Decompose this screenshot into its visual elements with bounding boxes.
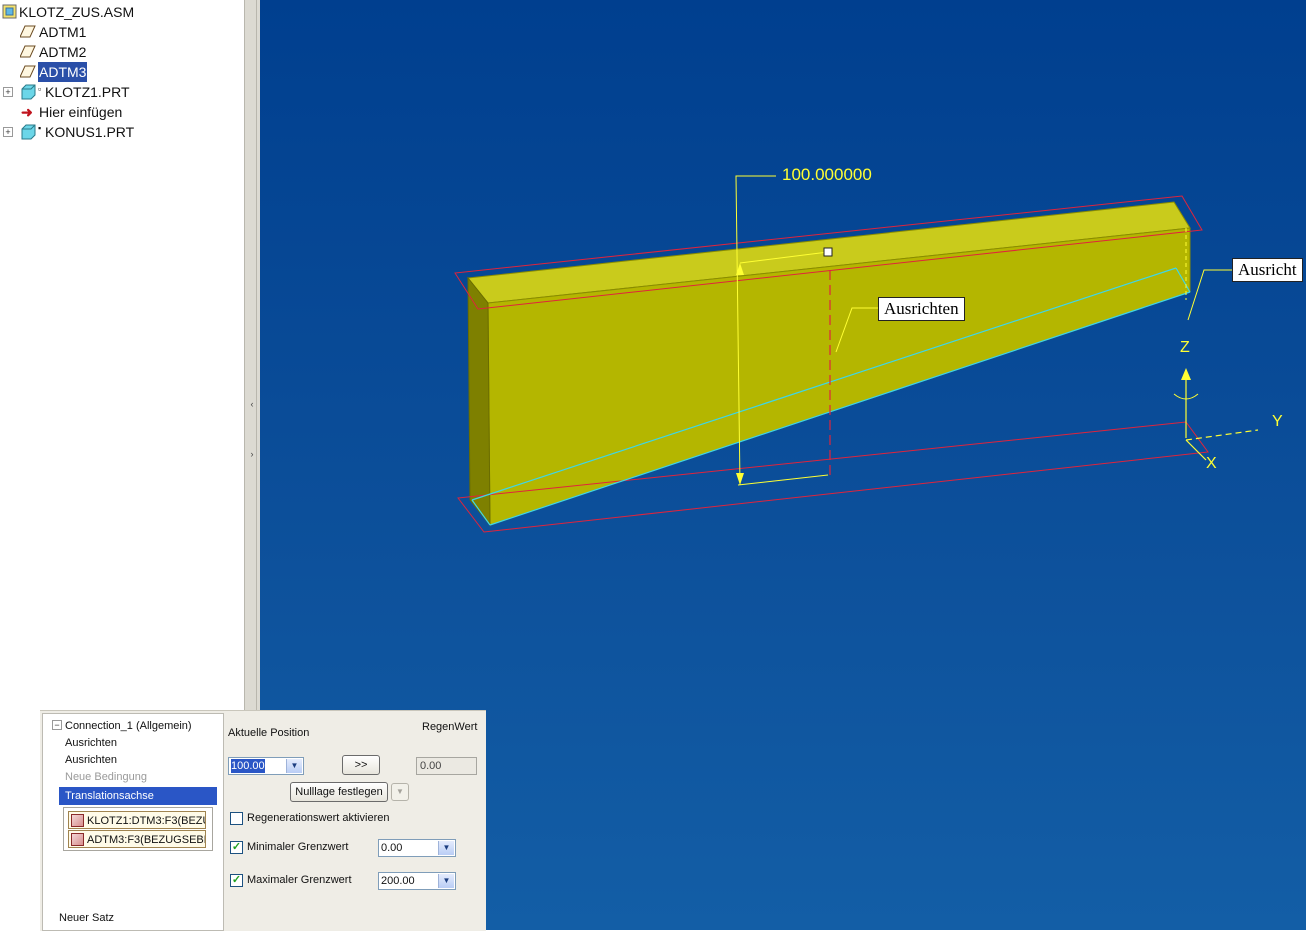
tree-item-label: KLOTZ_ZUS.ASM <box>19 4 135 20</box>
y-axis-line <box>1185 429 1259 441</box>
tree-item-label: Hier einfügen <box>39 104 123 120</box>
part-icon <box>21 124 36 140</box>
modified-marker-icon: ▫ <box>38 84 42 94</box>
translation-axis-item[interactable]: Translationsachse <box>59 787 217 805</box>
z-axis-arrow <box>1181 368 1191 380</box>
constraint-set-list: − Connection_1 (Allgemein) Ausrichten Au… <box>42 713 224 931</box>
part-side-face <box>467 276 491 527</box>
set-zero-dropdown-icon[interactable]: ▼ <box>391 783 409 801</box>
current-position-combo[interactable]: 100.00 ▼ <box>228 757 304 775</box>
connection-panel: − Connection_1 (Allgemein) Ausrichten Au… <box>40 710 486 931</box>
tree-item-label: ADTM1 <box>39 24 87 40</box>
dimension-line <box>737 474 829 486</box>
dimension-value[interactable]: 100.000000 <box>782 165 872 185</box>
chevron-down-icon[interactable]: ▼ <box>438 874 454 888</box>
min-limit-value: 0.00 <box>381 842 403 854</box>
reference-item[interactable]: KLOTZ1:DTM3:F3(BEZU <box>68 811 206 829</box>
datum-reference-icon <box>71 833 84 846</box>
collapse-icon[interactable]: − <box>52 720 62 730</box>
collapse-left-icon[interactable]: ‹ <box>248 396 256 412</box>
tree-item-label: ADTM3 <box>38 62 88 82</box>
current-position-value: 100.00 <box>231 759 265 773</box>
set-zero-button[interactable]: Nulllage festlegen <box>290 782 388 802</box>
max-limit-checkbox[interactable]: ✓ <box>230 874 243 887</box>
axis-y-label: Y <box>1272 413 1283 430</box>
drag-handle <box>823 247 833 257</box>
insert-here-arrow-icon: ➜ <box>21 104 33 120</box>
reference-item[interactable]: ADTM3:F3(BEZUGSEBE <box>68 830 206 848</box>
datum-plane-icon <box>20 25 36 38</box>
regen-value-field: 0.00 <box>416 757 477 775</box>
min-limit-label: Minimaler Grenzwert <box>247 841 349 853</box>
expand-right-icon[interactable]: › <box>248 446 256 462</box>
axis-x-label: X <box>1206 455 1217 472</box>
x-axis-line <box>1185 439 1207 461</box>
max-limit-combo[interactable]: 200.00 ▼ <box>378 872 456 890</box>
regen-checkbox-label: Regenerationswert aktivieren <box>247 812 390 824</box>
axis-z-label: Z <box>1180 339 1190 356</box>
min-limit-combo[interactable]: 0.00 ▼ <box>378 839 456 857</box>
max-limit-value: 200.00 <box>381 875 415 887</box>
new-set-item[interactable]: Neuer Satz <box>59 912 114 924</box>
tree-item-label: ADTM2 <box>39 44 87 60</box>
chevron-down-icon[interactable]: ▼ <box>438 841 454 855</box>
regen-value-label: RegenWert <box>422 721 478 733</box>
new-constraint-item[interactable]: Neue Bedingung <box>65 769 147 785</box>
constraint-item[interactable]: Ausrichten <box>65 735 117 751</box>
constraint-leader <box>1187 269 1232 321</box>
modified-marker-icon: ▪ <box>38 123 42 133</box>
max-limit-label: Maximaler Grenzwert <box>247 874 352 886</box>
chevron-down-icon[interactable]: ▼ <box>286 759 302 773</box>
regen-checkbox[interactable] <box>230 812 243 825</box>
dimension-arrow <box>736 473 744 485</box>
tree-item-label: KLOTZ1.PRT <box>45 84 130 100</box>
reference-text: KLOTZ1:DTM3:F3(BEZU <box>87 815 206 827</box>
datum-reference-icon <box>71 814 84 827</box>
constraint-callout-align[interactable]: Ausrichten <box>878 297 965 321</box>
reference-text: ADTM3:F3(BEZUGSEBE <box>87 834 206 846</box>
min-limit-checkbox[interactable]: ✓ <box>230 841 243 854</box>
expand-icon[interactable]: + <box>3 127 13 137</box>
constraint-item[interactable]: Ausrichten <box>65 752 117 768</box>
connection-set-item[interactable]: Connection_1 (Allgemein) <box>65 718 192 734</box>
expand-icon[interactable]: + <box>3 87 13 97</box>
constraint-callout-align[interactable]: Ausricht <box>1232 258 1303 282</box>
assembly-icon <box>2 4 17 19</box>
part-icon <box>21 84 36 100</box>
datum-plane-icon <box>20 45 36 58</box>
current-position-label: Aktuelle Position <box>228 727 310 739</box>
tree-item-label: KONUS1.PRT <box>45 124 135 140</box>
apply-regen-button[interactable]: >> <box>342 755 380 775</box>
datum-plane-icon <box>20 65 36 78</box>
reference-collector[interactable]: KLOTZ1:DTM3:F3(BEZU ADTM3:F3(BEZUGSEBE <box>63 807 213 851</box>
